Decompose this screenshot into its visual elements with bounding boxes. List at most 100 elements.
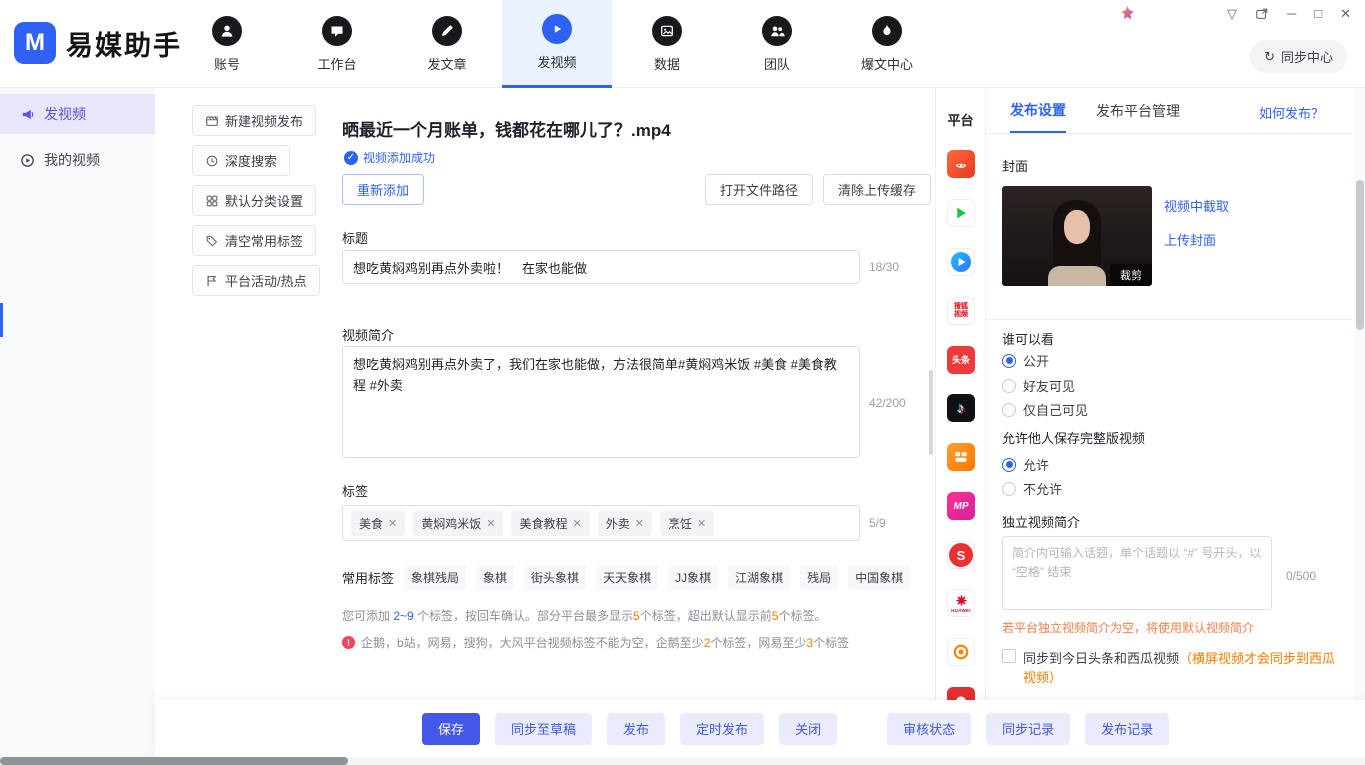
description-label: 视频简介: [342, 325, 394, 344]
how-to-publish-link[interactable]: 如何发布？: [1259, 103, 1324, 122]
sync-to-draft-button[interactable]: 同步至草稿: [495, 713, 592, 745]
checkbox-icon[interactable]: [1002, 649, 1016, 663]
crop-badge[interactable]: 裁剪: [1110, 264, 1152, 286]
review-status-button[interactable]: 审核状态: [887, 713, 971, 745]
status-text: 视频添加成功: [363, 149, 435, 166]
remove-tag-icon[interactable]: ✕: [486, 517, 495, 530]
upload-cover-link[interactable]: 上传封面: [1164, 230, 1216, 249]
radio-allow[interactable]: 允许: [1002, 455, 1049, 474]
platform-icon-sogou[interactable]: S: [947, 541, 975, 569]
maximize-icon[interactable]: □: [1314, 6, 1322, 22]
dropdown-icon[interactable]: ▽: [1227, 6, 1237, 22]
visibility-label: 谁可以看: [1002, 329, 1054, 348]
tag-chip[interactable]: 外卖✕: [598, 511, 652, 536]
default-category-settings-button[interactable]: 默认分类设置: [192, 185, 316, 216]
nav-tab-publish-article[interactable]: 发文章: [392, 0, 502, 88]
title-input[interactable]: [342, 250, 860, 284]
platform-icon-weibo[interactable]: [947, 638, 975, 666]
sync-toutiao-checkbox-row[interactable]: 同步到今日头条和西瓜视频（横屏视频才会同步到西瓜视频）: [1002, 648, 1342, 686]
clear-upload-cache-button[interactable]: 清除上传缓存: [823, 174, 931, 205]
bottom-scrollbar-thumb[interactable]: [0, 757, 348, 765]
platform-icon-meipai[interactable]: MP: [947, 492, 975, 520]
common-tag[interactable]: 象棋: [476, 565, 514, 590]
publish-records-button[interactable]: 发布记录: [1085, 713, 1169, 745]
minimize-icon[interactable]: ─: [1287, 6, 1296, 22]
main-scrollbar-thumb[interactable]: [929, 370, 933, 455]
close-icon[interactable]: ✕: [1340, 6, 1351, 22]
radio-label: 允许: [1023, 455, 1049, 474]
title-label: 标题: [342, 228, 368, 247]
common-tag[interactable]: 残局: [800, 565, 838, 590]
sidebar-item-my-videos[interactable]: 我的视频: [0, 140, 155, 180]
sync-center-button[interactable]: ↻ 同步中心: [1250, 40, 1347, 73]
platform-icon-sohu-video[interactable]: 搜狐视频: [947, 297, 975, 325]
radio-friends-only[interactable]: 好友可见: [1002, 376, 1075, 395]
common-tag[interactable]: 中国象棋: [848, 565, 910, 590]
common-tag[interactable]: 江湖象棋: [728, 565, 790, 590]
save-button[interactable]: 保存: [422, 713, 480, 745]
tags-input-box[interactable]: 美食✕ 黄焖鸡米饭✕ 美食教程✕ 外卖✕ 烹饪✕: [342, 505, 860, 541]
nav-label: 发文章: [427, 54, 466, 73]
huawei-label: HUAWEI: [951, 608, 971, 613]
radio-label: 仅自己可见: [1023, 400, 1088, 419]
publish-button[interactable]: 发布: [607, 713, 665, 745]
new-video-publish-button[interactable]: 新建视频发布: [192, 105, 316, 136]
nav-tab-account[interactable]: 账号: [172, 0, 282, 88]
promo-icon[interactable]: [1120, 5, 1135, 20]
remove-tag-icon[interactable]: ✕: [388, 517, 397, 530]
capture-from-video-link[interactable]: 视频中截取: [1164, 196, 1229, 215]
tag-chip[interactable]: 美食教程✕: [511, 511, 589, 536]
sidebar-item-publish-video[interactable]: 发视频: [0, 94, 155, 134]
refresh-icon: ↻: [1264, 49, 1275, 65]
clock-icon: [205, 154, 219, 168]
clear-common-tags-button[interactable]: 清空常用标签: [192, 225, 316, 256]
tag-icon: [205, 234, 219, 248]
action-label: 默认分类设置: [225, 191, 303, 210]
grid-icon: [205, 194, 219, 208]
platform-icon-orange[interactable]: [947, 443, 975, 471]
play-icon: [542, 14, 572, 44]
nav-tab-publish-video[interactable]: 发视频: [502, 0, 612, 88]
nav-tab-hot-center[interactable]: 爆文中心: [832, 0, 942, 88]
platform-icon-douyin[interactable]: ♪: [947, 394, 975, 422]
right-panel-tabs: 发布设置 发布平台管理 如何发布？: [986, 88, 1352, 134]
nav-tab-data[interactable]: 数据: [612, 0, 722, 88]
remove-tag-icon[interactable]: ✕: [697, 517, 706, 530]
common-tag[interactable]: 天天象棋: [596, 565, 658, 590]
independent-description-textarea[interactable]: [1002, 536, 1272, 610]
tag-chip[interactable]: 烹饪✕: [660, 511, 714, 536]
platform-icon-toutiao[interactable]: 头条: [947, 346, 975, 374]
sync-records-button[interactable]: 同步记录: [986, 713, 1070, 745]
remove-tag-icon[interactable]: ✕: [572, 517, 581, 530]
radio-public[interactable]: 公开: [1002, 351, 1049, 370]
platform-icon-12[interactable]: [947, 687, 975, 700]
close-button[interactable]: 关闭: [779, 713, 837, 745]
megaphone-icon: [20, 107, 35, 122]
right-scrollbar-thumb[interactable]: [1356, 180, 1364, 330]
scheduled-publish-button[interactable]: 定时发布: [680, 713, 764, 745]
common-tag[interactable]: 象棋残局: [404, 565, 466, 590]
radio-private[interactable]: 仅自己可见: [1002, 400, 1088, 419]
deep-search-button[interactable]: 深度搜索: [192, 145, 290, 176]
description-textarea[interactable]: 想吃黄焖鸡别再点外卖了，我们在家也能做，方法很简单#黄焖鸡米饭 #美食 #美食教…: [342, 346, 860, 458]
platform-icon-blue-play[interactable]: [947, 248, 975, 276]
nav-tab-team[interactable]: 团队: [722, 0, 832, 88]
tab-platform-management[interactable]: 发布平台管理: [1096, 88, 1180, 133]
tag-chip[interactable]: 黄焖鸡米饭✕: [413, 511, 503, 536]
open-file-path-button[interactable]: 打开文件路径: [705, 174, 813, 205]
tab-publish-settings[interactable]: 发布设置: [1010, 88, 1066, 133]
platform-icon-1[interactable]: [947, 150, 975, 178]
cover-thumbnail[interactable]: 裁剪: [1002, 186, 1152, 286]
feedback-icon[interactable]: [1255, 7, 1269, 21]
nav-tab-workbench[interactable]: 工作台: [282, 0, 392, 88]
radio-deny[interactable]: 不允许: [1002, 479, 1062, 498]
tag-chip[interactable]: 美食✕: [351, 511, 405, 536]
platform-activity-button[interactable]: 平台活动/热点: [192, 265, 320, 296]
platform-icon-iqiyi[interactable]: [947, 199, 975, 227]
common-tag[interactable]: JJ象棋: [668, 565, 718, 590]
platform-icon-huawei[interactable]: HUAWEI: [947, 589, 975, 617]
common-tag[interactable]: 街头象棋: [524, 565, 586, 590]
remove-tag-icon[interactable]: ✕: [635, 517, 644, 530]
readd-video-button[interactable]: 重新添加: [342, 174, 424, 205]
platform-strip: 平台 搜狐视频 头条 ♪ MP S HUAWEI: [935, 88, 985, 700]
